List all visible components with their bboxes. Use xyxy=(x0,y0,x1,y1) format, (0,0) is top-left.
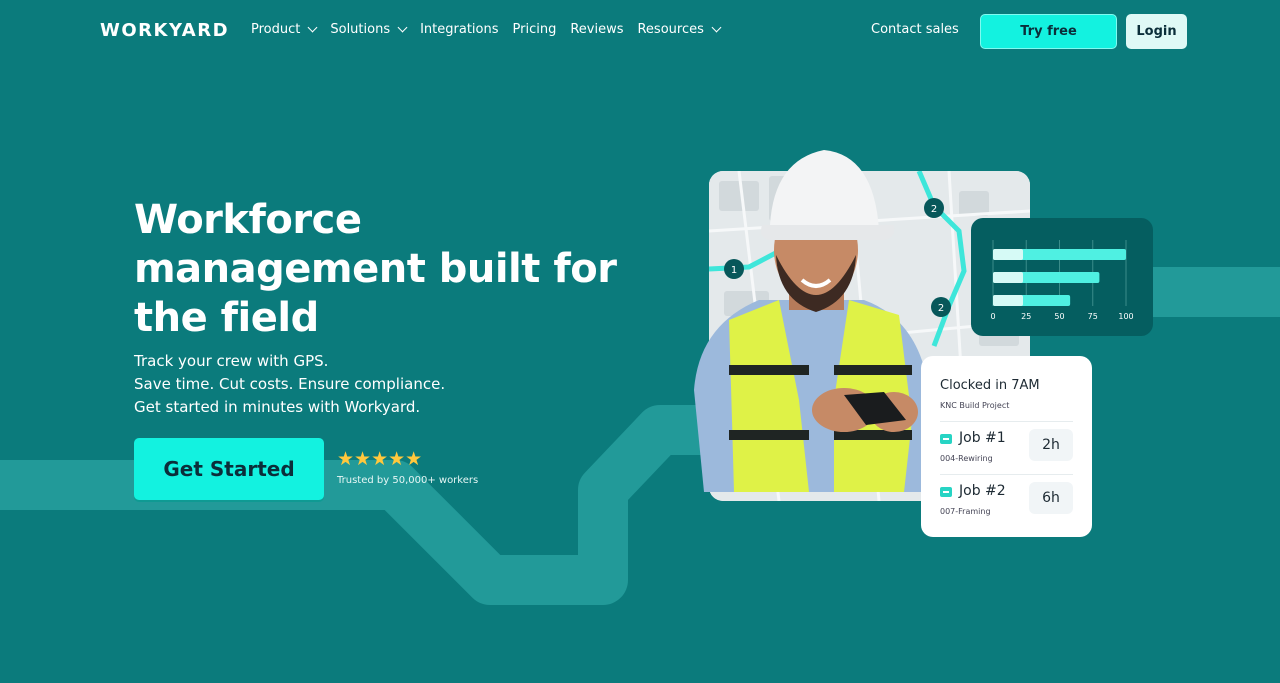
contact-sales-link[interactable]: Contact sales xyxy=(871,22,959,37)
nav-item-label: Integrations xyxy=(420,22,499,37)
job-hours: 6h xyxy=(1029,482,1073,514)
nav-item-label: Reviews xyxy=(570,22,624,37)
job-name: Job #2 xyxy=(959,483,1006,499)
job-code: 007-Framing xyxy=(940,507,991,516)
nav-item-label: Resources xyxy=(637,22,704,37)
hours-chart-card: 0 25 50 75 100 xyxy=(971,218,1153,336)
chart-tick-label: 50 xyxy=(1054,312,1064,321)
bar-chart: 0 25 50 75 100 xyxy=(990,240,1134,321)
chart-tick-label: 75 xyxy=(1088,312,1098,321)
nav-item-product[interactable]: Product xyxy=(251,22,318,37)
clocked-in-title: Clocked in 7AM xyxy=(940,378,1040,393)
trusted-by-text: Trusted by 50,000+ workers xyxy=(337,475,479,486)
project-name: KNC Build Project xyxy=(940,401,1010,410)
login-button[interactable]: Login xyxy=(1126,14,1187,49)
chevron-down-icon xyxy=(307,22,318,33)
job-icon xyxy=(940,434,952,444)
job-code: 004-Rewiring xyxy=(940,454,993,463)
top-navigation: WORKYARD Product Solutions Integrations … xyxy=(0,0,1280,64)
chart-bar-highlight xyxy=(993,295,1023,306)
subtitle-line: Get started in minutes with Workyard. xyxy=(134,398,421,416)
hero-title: Workforce management built for the field xyxy=(134,196,634,343)
hero-title-line: the field xyxy=(134,295,319,341)
subtitle-line: Track your crew with GPS. xyxy=(134,352,329,370)
chart-bar-highlight xyxy=(993,249,1023,260)
construction-worker-image xyxy=(694,150,934,492)
nav-item-label: Pricing xyxy=(512,22,557,37)
get-started-button[interactable]: Get Started xyxy=(134,438,324,500)
nav-item-pricing[interactable]: Pricing xyxy=(513,22,557,37)
job-row: Job #2 007-Framing 6h xyxy=(940,474,1073,518)
chart-tick-label: 0 xyxy=(990,312,995,321)
nav-menu: Product Solutions Integrations Pricing R… xyxy=(251,22,734,37)
nav-item-resources[interactable]: Resources xyxy=(637,22,722,37)
nav-item-label: Solutions xyxy=(330,22,391,37)
hero-title-line: Workforce xyxy=(134,197,362,243)
chart-tick-label: 25 xyxy=(1021,312,1031,321)
job-hours: 2h xyxy=(1029,429,1073,461)
try-free-button[interactable]: Try free xyxy=(980,14,1117,49)
star-rating: ★★★★★ xyxy=(337,448,423,470)
hero-subtitle: Track your crew with GPS. Save time. Cut… xyxy=(134,350,445,419)
job-row: Job #1 004-Rewiring 2h xyxy=(940,421,1073,465)
chevron-down-icon xyxy=(397,22,408,33)
nav-item-reviews[interactable]: Reviews xyxy=(570,22,623,37)
hero-title-line: management built for xyxy=(134,246,617,292)
job-icon xyxy=(940,487,952,497)
job-name: Job #1 xyxy=(959,430,1006,446)
nav-item-integrations[interactable]: Integrations xyxy=(420,22,498,37)
chart-tick-label: 100 xyxy=(1118,312,1133,321)
nav-item-solutions[interactable]: Solutions xyxy=(330,22,408,37)
chevron-down-icon xyxy=(711,22,722,33)
clocked-in-card: Clocked in 7AM KNC Build Project Job #1 … xyxy=(921,356,1092,537)
nav-item-label: Product xyxy=(251,22,301,37)
subtitle-line: Save time. Cut costs. Ensure compliance. xyxy=(134,375,446,393)
chart-bar-highlight xyxy=(993,272,1023,283)
workyard-logo[interactable]: WORKYARD xyxy=(100,20,229,41)
